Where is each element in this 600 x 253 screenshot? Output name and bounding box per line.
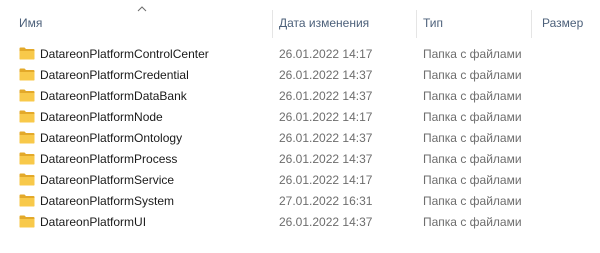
- column-header-size[interactable]: Размер: [542, 0, 600, 38]
- file-type: Папка с файлами: [423, 131, 522, 145]
- file-row[interactable]: DatareonPlatformService 26.01.2022 14:17…: [0, 169, 600, 190]
- file-list-pane: Имя Дата изменения Тип Размер DatareonPl…: [0, 0, 600, 253]
- folder-icon: [19, 194, 35, 207]
- column-header-date[interactable]: Дата изменения: [279, 0, 414, 38]
- column-header-date-label: Дата изменения: [279, 16, 370, 30]
- file-name: DatareonPlatformProcess: [40, 152, 178, 166]
- file-type: Папка с файлами: [423, 152, 522, 166]
- column-header-name[interactable]: Имя: [19, 0, 269, 38]
- file-type: Папка с файлами: [423, 194, 522, 208]
- file-date-modified: 26.01.2022 14:37: [279, 131, 373, 145]
- file-date-modified: 26.01.2022 14:37: [279, 68, 373, 82]
- file-row[interactable]: DatareonPlatformSystem 27.01.2022 16:31 …: [0, 190, 600, 211]
- file-date-modified: 26.01.2022 14:17: [279, 47, 373, 61]
- file-date-modified: 26.01.2022 14:37: [279, 89, 373, 103]
- file-type: Папка с файлами: [423, 47, 522, 61]
- file-row[interactable]: DatareonPlatformUI 26.01.2022 14:37 Папк…: [0, 211, 600, 232]
- file-date-modified: 26.01.2022 14:37: [279, 152, 373, 166]
- folder-icon: [19, 110, 35, 123]
- column-header-size-label: Размер: [542, 16, 584, 30]
- file-list: DatareonPlatformControlCenter 26.01.2022…: [0, 43, 600, 232]
- folder-icon: [19, 131, 35, 144]
- file-row[interactable]: DatareonPlatformOntology 26.01.2022 14:3…: [0, 127, 600, 148]
- file-type: Папка с файлами: [423, 215, 522, 229]
- file-type: Папка с файлами: [423, 89, 522, 103]
- column-header-name-label: Имя: [19, 16, 43, 30]
- file-name: DatareonPlatformDataBank: [40, 89, 187, 103]
- file-row[interactable]: DatareonPlatformNode 26.01.2022 14:17 Па…: [0, 106, 600, 127]
- folder-icon: [19, 215, 35, 228]
- folder-icon: [19, 89, 35, 102]
- file-name: DatareonPlatformControlCenter: [40, 47, 209, 61]
- file-row[interactable]: DatareonPlatformControlCenter 26.01.2022…: [0, 43, 600, 64]
- file-name: DatareonPlatformCredential: [40, 68, 189, 82]
- file-name: DatareonPlatformNode: [40, 110, 163, 124]
- file-date-modified: 27.01.2022 16:31: [279, 194, 373, 208]
- file-date-modified: 26.01.2022 14:37: [279, 215, 373, 229]
- file-type: Папка с файлами: [423, 68, 522, 82]
- column-header-bar: Имя Дата изменения Тип Размер: [0, 0, 600, 38]
- file-row[interactable]: DatareonPlatformDataBank 26.01.2022 14:3…: [0, 85, 600, 106]
- folder-icon: [19, 47, 35, 60]
- file-date-modified: 26.01.2022 14:17: [279, 110, 373, 124]
- column-resize-handle[interactable]: [531, 10, 532, 38]
- file-date-modified: 26.01.2022 14:17: [279, 173, 373, 187]
- column-header-type-label: Тип: [423, 16, 444, 30]
- file-name: DatareonPlatformOntology: [40, 131, 183, 145]
- folder-icon: [19, 173, 35, 186]
- folder-icon: [19, 68, 35, 81]
- folder-icon: [19, 152, 35, 165]
- file-name: DatareonPlatformService: [40, 173, 175, 187]
- column-header-type[interactable]: Тип: [423, 0, 528, 38]
- file-row[interactable]: DatareonPlatformCredential 26.01.2022 14…: [0, 64, 600, 85]
- column-resize-handle[interactable]: [272, 10, 273, 38]
- file-row[interactable]: DatareonPlatformProcess 26.01.2022 14:37…: [0, 148, 600, 169]
- file-type: Папка с файлами: [423, 173, 522, 187]
- column-resize-handle[interactable]: [416, 10, 417, 38]
- file-name: DatareonPlatformSystem: [40, 194, 175, 208]
- file-name: DatareonPlatformUI: [40, 215, 147, 229]
- file-type: Папка с файлами: [423, 110, 522, 124]
